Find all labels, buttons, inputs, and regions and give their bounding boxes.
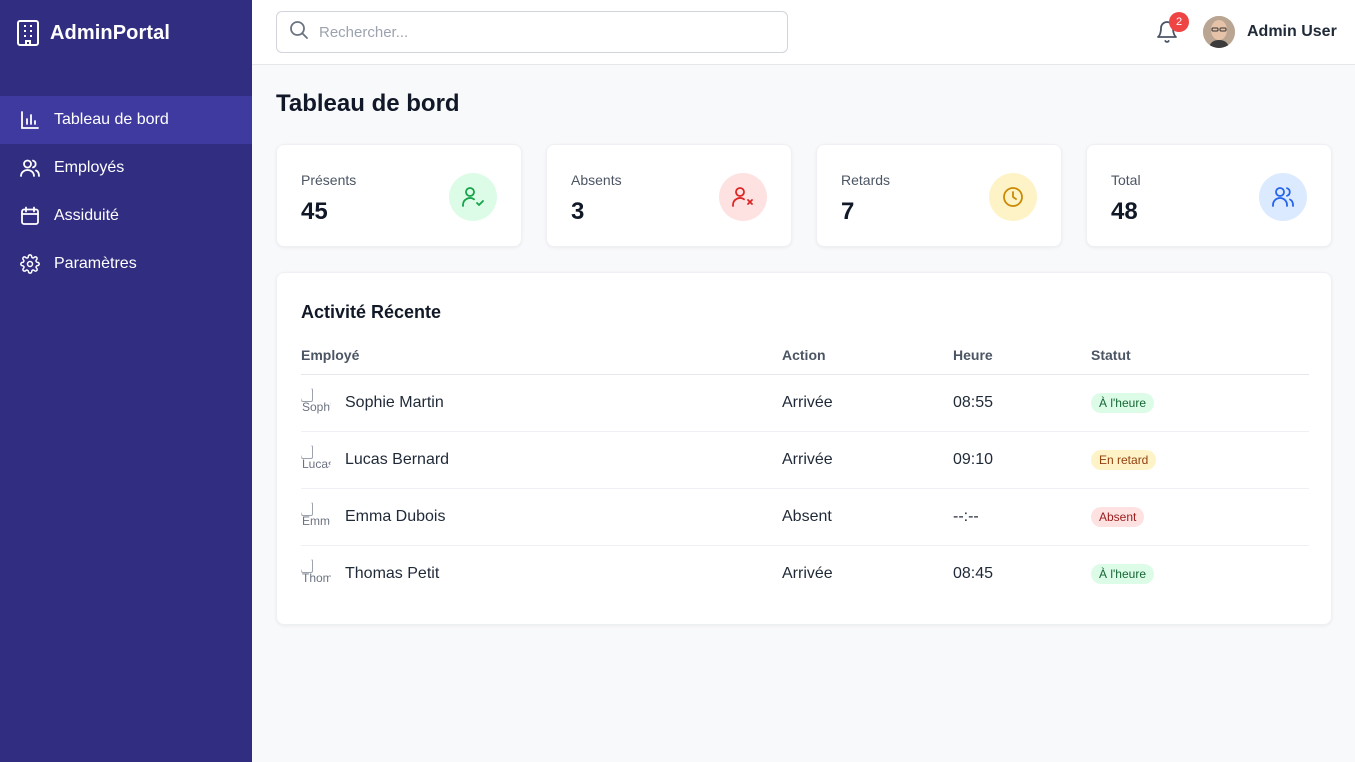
stat-label: Présents	[301, 172, 357, 188]
action-cell: Arrivée	[782, 374, 953, 432]
sidebar-item-dashboard[interactable]: Tableau de bord	[0, 96, 252, 144]
status-badge: En retard	[1091, 449, 1157, 470]
brand-name: AdminPortal	[50, 21, 170, 44]
column-header[interactable]: Heure	[953, 337, 1091, 375]
time-cell: --:--	[953, 488, 1091, 546]
time-cell: 08:45	[953, 564, 994, 582]
recent-activity-card: Activité Récente Employé Action Heure St…	[276, 272, 1332, 625]
stat-value: 3	[571, 198, 585, 225]
page-title: Tableau de bord	[276, 90, 460, 117]
sidebar-item-label: Paramètres	[54, 255, 137, 272]
user-x-icon	[719, 173, 767, 221]
employee-name: Sophie Martin	[345, 393, 444, 411]
status-badge: Absent	[1091, 506, 1145, 527]
table-row[interactable]: Thomas Thomas Petit Arrivée 08:45 À l'he…	[301, 545, 1309, 602]
search-box[interactable]	[276, 11, 788, 53]
brand[interactable]: AdminPortal	[16, 18, 170, 48]
bar-chart-icon	[20, 110, 40, 130]
stat-card-total: Total 48	[1086, 144, 1332, 247]
stat-label: Total	[1111, 172, 1141, 188]
card-title: Activité Récente	[301, 302, 442, 322]
calendar-icon	[20, 206, 40, 226]
employee-avatar: Sophie	[301, 387, 331, 418]
sidebar-item-settings[interactable]: Paramètres	[0, 240, 252, 288]
status-badge: À l'heure	[1091, 392, 1154, 413]
sidebar-nav: Tableau de bord Employés Assiduité Param…	[0, 96, 252, 288]
stat-value: 7	[841, 198, 855, 225]
column-header[interactable]: Statut	[1091, 337, 1309, 375]
sidebar: AdminPortal Tableau de bord Employés Ass…	[0, 0, 252, 762]
table-row[interactable]: Lucas Lucas Bernard Arrivée 09:10 En ret…	[301, 431, 1309, 489]
topbar: 2 Admin User	[252, 0, 1355, 65]
employee-name: Thomas Petit	[345, 564, 440, 582]
employee-avatar: Lucas	[301, 444, 331, 475]
time-cell: 09:10	[953, 431, 1091, 489]
time-cell: 08:55	[953, 374, 1091, 432]
users-icon	[20, 158, 40, 178]
stat-card-absent: Absents 3	[546, 144, 792, 247]
sidebar-item-employees[interactable]: Employés	[0, 144, 252, 192]
sidebar-item-label: Assiduité	[54, 207, 119, 224]
avatar	[1203, 16, 1235, 48]
stat-label: Retards	[841, 172, 891, 188]
employee-avatar: Thomas	[301, 558, 331, 589]
notifications-button[interactable]: 2	[1155, 12, 1189, 46]
sidebar-item-attendance[interactable]: Assiduité	[0, 192, 252, 240]
stat-value: 48	[1111, 198, 1138, 225]
employee-name: Emma Dubois	[345, 507, 446, 525]
action-cell: Absent	[782, 488, 953, 546]
stat-card-late: Retards 7	[816, 144, 1062, 247]
stat-card-present: Présents 45	[276, 144, 522, 247]
employee-avatar: Emma	[301, 501, 331, 532]
table-row[interactable]: Sophie Sophie Martin Arrivée 08:55 À l'h…	[301, 374, 1309, 432]
activity-table: Employé Action Heure Statut Sophie Sophi…	[301, 337, 1309, 602]
search-input[interactable]	[319, 23, 759, 41]
search-icon	[289, 20, 309, 45]
bell-icon	[1155, 21, 1179, 50]
stat-label: Absents	[571, 172, 622, 188]
sidebar-item-label: Employés	[54, 159, 125, 176]
user-menu[interactable]: Admin User	[1203, 16, 1337, 48]
notification-badge: 2	[1169, 12, 1189, 32]
building-icon	[16, 19, 40, 47]
table-header-row: Employé Action Heure Statut	[301, 337, 1309, 375]
users-icon	[1259, 173, 1307, 221]
action-cell: Arrivée	[782, 564, 833, 582]
column-header[interactable]: Employé	[301, 337, 782, 375]
action-cell: Arrivée	[782, 431, 953, 489]
gear-icon	[20, 254, 40, 274]
employee-name: Lucas Bernard	[345, 450, 450, 468]
sidebar-item-label: Tableau de bord	[54, 111, 169, 128]
status-badge: À l'heure	[1091, 563, 1154, 584]
stats-row: Présents 45 Absents 3 Retards 7 Total 48	[276, 144, 1332, 247]
clock-icon	[989, 173, 1037, 221]
user-name: Admin User	[1247, 23, 1337, 40]
table-row[interactable]: Emma Emma Dubois Absent --:-- Absent	[301, 488, 1309, 546]
user-check-icon	[449, 173, 497, 221]
stat-value: 45	[301, 198, 328, 225]
column-header[interactable]: Action	[782, 337, 953, 375]
